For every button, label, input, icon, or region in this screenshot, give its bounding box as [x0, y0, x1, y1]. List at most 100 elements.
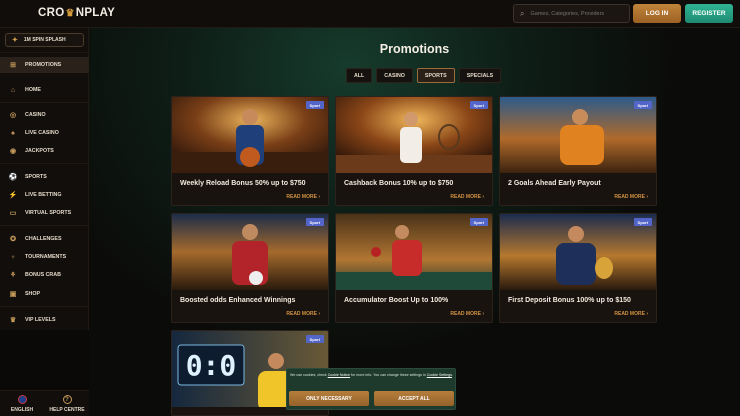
tab-specials[interactable]: SPECIALS	[458, 68, 502, 83]
sidebar-item-label: BONUS CRAB	[25, 272, 61, 278]
logo-text-left: CRO	[38, 7, 65, 19]
accept-all-button[interactable]: ACCEPT ALL	[374, 391, 454, 406]
live-icon: ⚡	[8, 192, 18, 199]
sidebar-item-label: JACKPOTS	[25, 148, 54, 154]
read-more-link[interactable]: READ MORE ›	[286, 311, 320, 317]
sport-badge: Sport	[305, 335, 324, 343]
promo-title: First Deposit Bonus 100% up to $150	[508, 297, 631, 304]
tab-sports[interactable]: SPORTS	[416, 68, 455, 83]
page-title: Promotions	[379, 42, 450, 56]
read-more-link[interactable]: READ MORE ›	[450, 194, 484, 200]
tab-all[interactable]: ALL	[346, 68, 373, 83]
logo-text-right: NPLAY	[75, 7, 116, 19]
read-more-link[interactable]: READ MORE ›	[614, 194, 648, 200]
read-more-label: READ MORE	[450, 311, 481, 317]
cookie-text-part: We use cookies, check	[290, 373, 328, 377]
sidebar-item-label: CASINO	[25, 112, 46, 118]
sidebar: ✦ 1M SPIN SPLASH ⊞ PROMOTIONS ⌂ HOME ◎ C…	[0, 28, 89, 330]
read-more-link[interactable]: READ MORE ›	[286, 194, 320, 200]
chevron-right-icon: ›	[646, 311, 648, 317]
read-more-link[interactable]: READ MORE ›	[614, 311, 648, 317]
spade-icon: ♠	[11, 129, 15, 137]
read-more-link[interactable]: READ MORE ›	[450, 311, 484, 317]
spin-splash-button[interactable]: ✦ 1M SPIN SPLASH	[5, 33, 84, 47]
promo-title: 2 Goals Ahead Early Payout	[508, 180, 601, 187]
jackpot-icon: ◉	[9, 148, 17, 155]
only-necessary-button[interactable]: ONLY NECESSARY	[289, 391, 369, 406]
sidebar-item-label: SHOP	[25, 291, 41, 297]
shop-icon: ▣	[9, 291, 17, 298]
read-more-label: READ MORE	[286, 311, 317, 317]
sport-badge: Sport	[305, 101, 324, 109]
language-selector[interactable]: ENGLISH	[0, 393, 44, 415]
cookie-text-part: for more info. You can change these sett…	[350, 373, 427, 377]
uk-flag-icon	[17, 395, 27, 404]
chevron-right-icon: ›	[482, 311, 484, 317]
read-more-label: READ MORE	[450, 194, 481, 200]
register-button[interactable]: REGISTER	[685, 4, 733, 23]
sport-badge: Sport	[633, 218, 652, 226]
login-button[interactable]: LOG IN	[633, 4, 681, 23]
sidebar-item-casino[interactable]: ◎ CASINO	[0, 107, 89, 123]
sidebar-item-tournaments[interactable]: ♆ TOURNAMENTS	[0, 249, 89, 265]
sidebar-item-virtual-sports[interactable]: ▭ VIRTUAL SPORTS	[0, 205, 89, 221]
promo-title: Accumulator Boost Up to 100%	[344, 297, 449, 304]
search-input[interactable]	[530, 10, 626, 17]
sidebar-item-jackpots[interactable]: ◉ JACKPOTS	[0, 143, 89, 159]
spin-splash-label: 1M SPIN SPLASH	[23, 37, 66, 43]
sidebar-item-label: TOURNAMENTS	[25, 254, 67, 260]
cookie-settings-link[interactable]: Cookie Settings	[427, 373, 452, 377]
promo-title: Weekly Reload Bonus 50% up to $750	[180, 180, 306, 187]
chevron-right-icon: ›	[318, 311, 320, 317]
sidebar-item-challenges[interactable]: ✪ CHALLENGES	[0, 231, 89, 247]
monitor-icon: ▭	[9, 210, 17, 217]
chevron-right-icon: ›	[646, 194, 648, 200]
spin-icon: ✦	[12, 37, 18, 44]
trophy-icon: ♆	[10, 253, 16, 261]
promo-tabs: ALL CASINO SPORTS SPECIALS	[346, 68, 502, 83]
divider	[0, 225, 89, 226]
crown-icon: ♛	[65, 7, 75, 19]
top-bar: CRO ♛ NPLAY ⌕ LOG IN REGISTER	[0, 0, 740, 28]
sport-badge: Sport	[469, 101, 488, 109]
question-icon: ?	[62, 395, 72, 404]
crown-icon: ♛	[9, 317, 17, 324]
sidebar-item-shop[interactable]: ▣ SHOP	[0, 286, 89, 302]
promo-card-cashback[interactable]: Sport Cashback Bonus 10% up to $750 READ…	[335, 96, 493, 206]
sidebar-item-label: SPORTS	[25, 174, 47, 180]
cookie-banner: We use cookies, check Cookie Notice for …	[286, 368, 456, 410]
scoreboard-text: 0:0	[186, 349, 237, 382]
divider	[0, 306, 89, 307]
sidebar-item-label: VIP LEVELS	[25, 317, 56, 323]
sidebar-item-live-betting[interactable]: ⚡ LIVE BETTING	[0, 187, 89, 203]
crownplay-logo[interactable]: CRO ♛ NPLAY	[38, 7, 115, 19]
sidebar-item-label: HOME	[25, 87, 41, 93]
promo-card-accumulator[interactable]: Sport Accumulator Boost Up to 100% READ …	[335, 213, 493, 323]
language-label: ENGLISH	[10, 407, 34, 413]
promo-card-weekly-reload[interactable]: Sport Weekly Reload Bonus 50% up to $750…	[171, 96, 329, 206]
chevron-right-icon: ›	[318, 194, 320, 200]
sidebar-item-vip-levels[interactable]: ♛ VIP LEVELS	[0, 312, 89, 328]
sidebar-item-label: CHALLENGES	[25, 236, 62, 242]
promo-card-boosted-odds[interactable]: Sport Boosted odds Enhanced Winnings REA…	[171, 213, 329, 323]
read-more-label: READ MORE	[614, 311, 645, 317]
search-box[interactable]: ⌕	[513, 4, 630, 23]
cookie-text: We use cookies, check Cookie Notice for …	[290, 373, 454, 378]
read-more-label: READ MORE	[286, 194, 317, 200]
promo-title: Boosted odds Enhanced Winnings	[180, 297, 296, 304]
promo-card-2-goals[interactable]: Sport 2 Goals Ahead Early Payout READ MO…	[499, 96, 657, 206]
sidebar-item-sports[interactable]: ⚽ SPORTS	[0, 169, 89, 185]
sidebar-item-promotions[interactable]: ⊞ PROMOTIONS	[0, 57, 89, 73]
help-centre-link[interactable]: ? HELP CENTRE	[45, 393, 89, 415]
promo-card-first-deposit[interactable]: Sport First Deposit Bonus 100% up to $15…	[499, 213, 657, 323]
sidebar-footer: ENGLISH ? HELP CENTRE	[0, 390, 89, 416]
sidebar-item-home[interactable]: ⌂ HOME	[0, 82, 89, 98]
sidebar-item-label: PROMOTIONS	[25, 62, 62, 68]
sidebar-item-bonus-crab[interactable]: ⚘ BONUS CRAB	[0, 267, 89, 283]
casino-chip-icon: ◎	[9, 112, 17, 119]
search-icon: ⌕	[520, 8, 525, 18]
cookie-text-part: .	[451, 373, 453, 377]
sidebar-item-live-casino[interactable]: ♠ LIVE CASINO	[0, 125, 89, 141]
tab-casino[interactable]: CASINO	[376, 68, 413, 83]
cookie-notice-link[interactable]: Cookie Notice	[328, 373, 350, 377]
